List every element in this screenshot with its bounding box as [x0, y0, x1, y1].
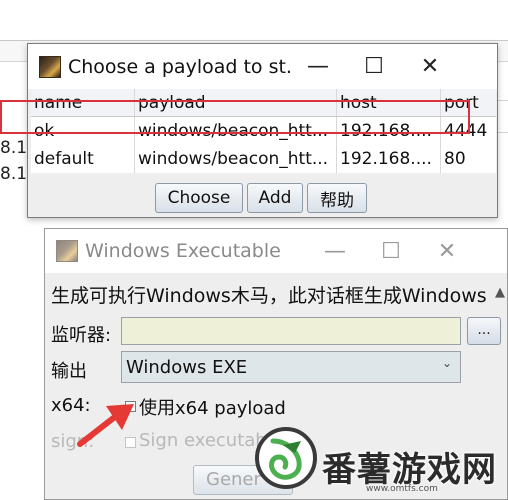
maximize-button[interactable]: ☐ — [346, 44, 402, 89]
add-button[interactable]: Add — [247, 183, 303, 213]
table-row[interactable]: ok windows/beacon_htt... 192.168.... 444… — [31, 117, 496, 145]
annotation-arrow-icon — [77, 404, 134, 447]
help-button[interactable]: 帮助 — [307, 183, 367, 213]
close-button[interactable]: ✕ — [402, 44, 458, 89]
scroll-arrow-icon[interactable]: ▲ — [493, 281, 507, 305]
output-label: 输出 — [51, 361, 87, 382]
table-row[interactable]: default windows/beacon_htt... 192.168...… — [31, 145, 496, 173]
column-header-port[interactable]: port — [441, 89, 496, 116]
column-header-name[interactable]: name — [31, 89, 135, 116]
minimize-button[interactable]: — — [307, 229, 363, 274]
cell-host: 192.168.... — [337, 145, 441, 173]
title-bar: Windows Executable — ☐ ✕ — [45, 229, 507, 273]
browse-listener-button[interactable]: ... — [467, 317, 501, 345]
dialog-title: Windows Executable — [85, 240, 281, 262]
output-select[interactable]: Windows EXE ⌄ — [121, 351, 461, 383]
dialog-description: 生成可执行Windows木马，此对话框生成Windows — [51, 285, 487, 307]
column-header-payload[interactable]: payload — [135, 89, 337, 116]
dialog-buttons: Choose Add 帮助 — [155, 183, 367, 213]
watermark-logo-icon — [255, 427, 317, 489]
listener-field[interactable] — [121, 317, 461, 345]
title-bar: Choose a payload to st... — ☐ ✕ — [28, 44, 497, 89]
watermark-url: www.omtfs.com — [366, 484, 438, 494]
background-cell-text: 8.1 — [0, 164, 28, 184]
maximize-button[interactable]: ☐ — [363, 229, 419, 274]
choose-button[interactable]: Choose — [155, 183, 243, 213]
chevron-down-icon: ⌄ — [441, 356, 452, 370]
output-selected-value: Windows EXE — [126, 356, 248, 378]
x64-checkbox-label[interactable]: 使用x64 payload — [139, 394, 286, 420]
cell-port: 80 — [444, 149, 466, 169]
cobalt-strike-app-icon — [39, 55, 61, 78]
dialog-title: Choose a payload to st... — [68, 55, 290, 78]
cell-payload: windows/beacon_htt... — [135, 145, 337, 173]
choose-payload-dialog: Choose a payload to st... — ☐ ✕ name pay… — [27, 43, 498, 218]
cell-name: ok — [31, 117, 135, 145]
cell-host: 192.168.... — [337, 117, 441, 145]
close-button[interactable]: ✕ — [419, 229, 475, 274]
minimize-button[interactable]: — — [290, 44, 346, 89]
payload-table: name payload host port ok windows/beacon… — [31, 89, 496, 173]
column-header-host[interactable]: host — [337, 89, 441, 116]
cell-name: default — [31, 145, 135, 173]
cell-port: 4444 — [444, 121, 488, 141]
sign-checkbox-label[interactable]: Sign executab — [139, 430, 267, 451]
cell-payload: windows/beacon_htt... — [135, 117, 337, 145]
background-cell-text: 8.1 — [0, 138, 28, 158]
cobalt-strike-app-icon — [56, 240, 78, 262]
table-header: name payload host port — [31, 89, 496, 117]
listener-label: 监听器: — [51, 325, 112, 346]
